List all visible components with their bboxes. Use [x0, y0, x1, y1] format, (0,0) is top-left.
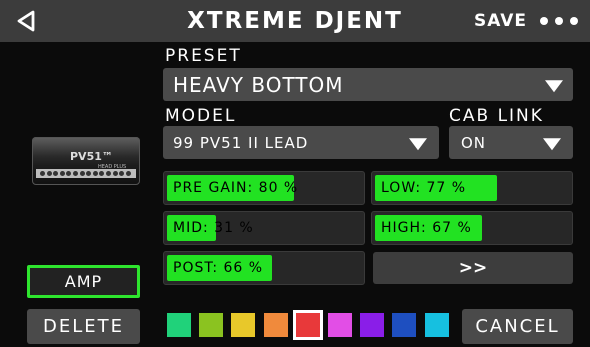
cab-link-value: ON: [461, 133, 487, 152]
color-swatch[interactable]: [263, 313, 288, 337]
more-options-icon[interactable]: [540, 15, 580, 27]
param-post-text: POST: 66 %: [173, 260, 264, 276]
preset-label: PRESET: [165, 46, 242, 66]
header-bar: XTREME DJENT SAVE: [0, 0, 590, 42]
param-low-text: LOW: 77 %: [381, 180, 467, 196]
next-page-button[interactable]: >>: [373, 252, 573, 284]
preset-dropdown[interactable]: HEAVY BOTTOM: [163, 68, 573, 101]
param-mid-text: MID: 31 %: [173, 220, 254, 236]
cancel-button[interactable]: CANCEL: [462, 309, 573, 344]
color-swatch[interactable]: [295, 313, 320, 337]
preset-value: HEAVY BOTTOM: [173, 72, 344, 97]
color-swatch[interactable]: [360, 313, 385, 337]
amp-knob: [106, 171, 111, 176]
param-low[interactable]: LOW: 77 %: [371, 171, 573, 205]
amp-head-image: PV51™ HEAD PLUS: [32, 137, 140, 185]
amp-badge-text: PV51™: [70, 150, 113, 163]
delete-button[interactable]: DELETE: [27, 309, 140, 344]
amp-knob: [79, 171, 85, 176]
amp-knob: [112, 171, 118, 176]
chevron-down-icon: [543, 137, 561, 150]
amp-knob: [59, 171, 65, 176]
color-swatch[interactable]: [328, 313, 352, 337]
amp-knob: [92, 171, 98, 176]
amp-knob: [40, 171, 45, 176]
amp-knob: [73, 171, 78, 176]
save-button[interactable]: SAVE: [474, 0, 527, 42]
param-high-text: HIGH: 67 %: [381, 220, 472, 236]
screen: XTREME DJENT SAVE PRESET HEAVY BOTTOM MO…: [0, 0, 590, 347]
model-label: MODEL: [165, 106, 237, 126]
amp-button[interactable]: AMP: [27, 265, 140, 298]
param-mid[interactable]: MID: 31 %: [163, 211, 365, 245]
param-high[interactable]: HIGH: 67 %: [371, 211, 573, 245]
param-post[interactable]: POST: 66 %: [163, 251, 365, 285]
amp-knob: [46, 171, 52, 176]
cab-link-dropdown[interactable]: ON: [449, 126, 573, 159]
param-pre-gain[interactable]: PRE GAIN: 80 %: [163, 171, 365, 205]
color-swatch[interactable]: [199, 313, 224, 337]
chevron-down-icon: [545, 79, 563, 92]
model-dropdown[interactable]: 99 PV51 II LEAD: [163, 126, 439, 159]
chevron-down-icon: [409, 137, 427, 150]
amp-knob: [125, 171, 131, 176]
color-swatch[interactable]: [231, 313, 256, 337]
color-swatch[interactable]: [392, 313, 417, 337]
color-swatch[interactable]: [167, 313, 191, 337]
cab-link-label: CAB LINK: [449, 106, 544, 126]
model-value: 99 PV51 II LEAD: [173, 133, 309, 152]
color-swatch[interactable]: [424, 313, 449, 337]
param-pre-gain-text: PRE GAIN: 80 %: [173, 180, 299, 196]
